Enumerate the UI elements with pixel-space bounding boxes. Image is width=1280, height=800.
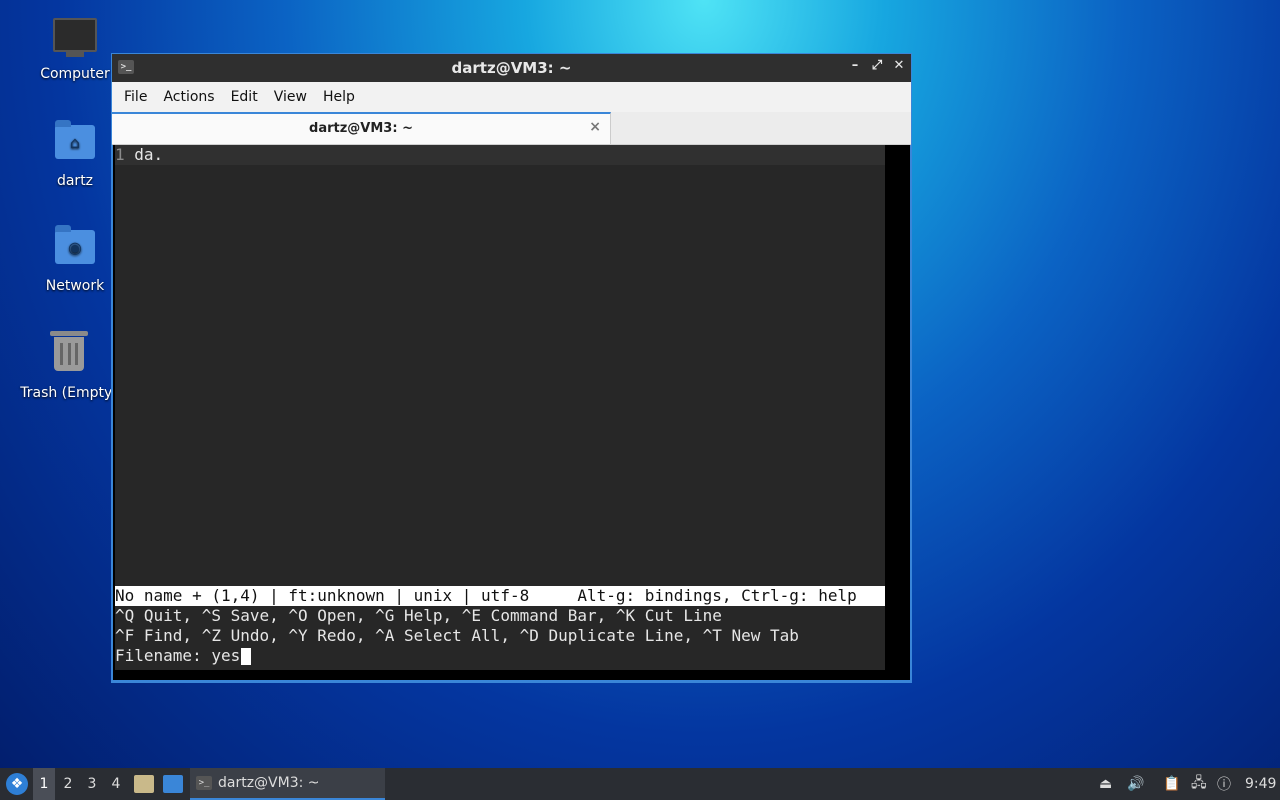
notification-icon[interactable]: ⓘ <box>1217 768 1231 800</box>
menu-edit[interactable]: Edit <box>223 89 266 105</box>
filename-prompt[interactable]: Filename: yes <box>115 646 885 666</box>
menu-file[interactable]: File <box>116 89 155 105</box>
close-button[interactable]: ✕ <box>893 58 905 73</box>
tab-bar: dartz@VM3: ~ × <box>112 112 911 145</box>
menu-help[interactable]: Help <box>315 89 363 105</box>
network-icon[interactable]: 🖧 <box>1191 768 1207 800</box>
network-folder-icon: ◉ <box>53 225 97 274</box>
editor-area[interactable]: 1 da. No name + (1,4) | ft:unknown | uni… <box>115 145 885 670</box>
workspace-4[interactable]: 4 <box>105 768 127 800</box>
trash-icon <box>47 331 91 381</box>
menu-view[interactable]: View <box>266 89 315 105</box>
eject-icon[interactable]: ⏏ <box>1099 768 1112 800</box>
editor-line: 1 da. <box>115 145 885 165</box>
tab-label: dartz@VM3: ~ <box>309 121 413 136</box>
taskbar: ❖ 1 2 3 4 >_ dartz@VM3: ~ ⏏ 🔊 📋 🖧 ⓘ 9:49 <box>0 768 1280 800</box>
terminal-tab[interactable]: dartz@VM3: ~ × <box>112 112 611 144</box>
terminal-app-icon: >_ <box>196 776 212 790</box>
start-menu-icon[interactable]: ❖ <box>6 773 28 795</box>
help-line-1: ^Q Quit, ^S Save, ^O Open, ^G Help, ^E C… <box>115 606 722 625</box>
workspace-3[interactable]: 3 <box>81 768 103 800</box>
minimize-button[interactable]: – <box>849 58 861 73</box>
window-title: dartz@VM3: ~ <box>451 59 572 77</box>
maximize-button[interactable]: ⤢ <box>871 58 883 73</box>
window-titlebar[interactable]: >_ dartz@VM3: ~ – ⤢ ✕ <box>112 54 911 82</box>
desktop-icon-trash[interactable]: Trash (Empty) <box>14 331 124 401</box>
line-number: 1 <box>115 145 125 164</box>
clock[interactable]: 9:49 <box>1245 768 1276 800</box>
clipboard-icon[interactable]: 📋 <box>1163 768 1180 800</box>
file-manager-icon[interactable] <box>134 775 154 793</box>
menu-actions[interactable]: Actions <box>155 89 222 105</box>
menu-bar: File Actions Edit View Help <box>112 82 911 112</box>
text-cursor <box>241 648 252 665</box>
workspace-2[interactable]: 2 <box>57 768 79 800</box>
desktop-icon-label: Trash (Empty) <box>20 385 118 401</box>
volume-icon[interactable]: 🔊 <box>1127 768 1144 800</box>
home-folder-icon: ⌂ <box>53 120 97 169</box>
show-desktop-icon[interactable] <box>163 775 183 793</box>
editor-status-bar: No name + (1,4) | ft:unknown | unix | ut… <box>115 586 885 606</box>
help-line-2: ^F Find, ^Z Undo, ^Y Redo, ^A Select All… <box>115 626 799 645</box>
computer-icon <box>53 18 97 62</box>
prompt-input[interactable]: yes <box>211 646 240 665</box>
prompt-label: Filename: <box>115 646 212 665</box>
taskbar-task-terminal[interactable]: >_ dartz@VM3: ~ <box>190 768 385 800</box>
terminal-window: >_ dartz@VM3: ~ – ⤢ ✕ File Actions Edit … <box>111 53 912 683</box>
terminal-viewport[interactable]: 1 da. No name + (1,4) | ft:unknown | uni… <box>113 145 910 680</box>
task-label: dartz@VM3: ~ <box>218 775 320 791</box>
workspace-1[interactable]: 1 <box>33 768 55 800</box>
line-text: da. <box>124 145 164 164</box>
tab-close-icon[interactable]: × <box>589 119 601 135</box>
